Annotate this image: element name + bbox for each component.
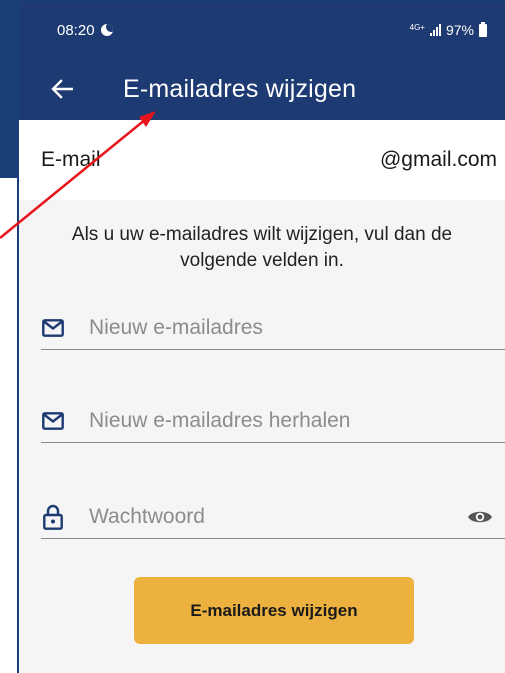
repeat-email-input[interactable] [89, 408, 505, 433]
battery-percentage: 97% [445, 22, 474, 38]
background-accent [0, 0, 18, 178]
status-bar: 08:20 4G+ 97% [19, 2, 505, 58]
phone-screen: 08:20 4G+ 97% E-mailadres wijzigen E-mai… [17, 0, 505, 673]
network-type: 4G+ [409, 23, 425, 32]
show-password-toggle[interactable] [465, 502, 495, 532]
battery-icon [479, 21, 487, 37]
page-title: E-mailadres wijzigen [123, 74, 357, 103]
eye-icon [468, 511, 492, 522]
new-email-field [41, 306, 505, 350]
repeat-email-field [41, 399, 505, 443]
status-time: 08:20 [57, 21, 95, 39]
envelope-icon [41, 316, 65, 340]
app-bar: E-mailadres wijzigen [19, 58, 505, 120]
instruction-text: Als u uw e-mailadres wilt wijzigen, vul … [71, 224, 453, 271]
current-email-value: @gmail.com [379, 148, 497, 171]
arrow-left-icon [51, 79, 73, 99]
current-email-row: E-mail @gmail.com [19, 120, 505, 200]
status-right: 4G+ 97% [409, 21, 487, 38]
new-email-input[interactable] [89, 315, 505, 340]
do-not-disturb-icon [100, 24, 113, 36]
signal-icon [429, 24, 441, 36]
envelope-icon [41, 409, 65, 433]
back-button[interactable] [47, 74, 77, 104]
lock-icon [41, 504, 65, 530]
password-field [41, 495, 505, 539]
current-email-label: E-mail [41, 148, 101, 171]
change-email-button[interactable]: E-mailadres wijzigen [134, 577, 414, 644]
status-left: 08:20 [57, 22, 113, 39]
password-input[interactable] [89, 504, 465, 529]
